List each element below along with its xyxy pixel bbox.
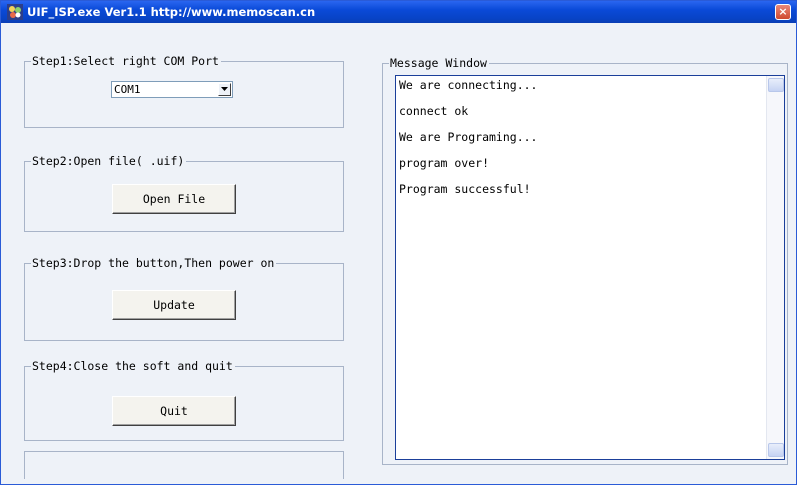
title-bar[interactable]: UIF_ISP.exe Ver1.1 http://www.memoscan.c… — [1, 1, 796, 23]
com-port-value: COM1 — [114, 83, 141, 96]
step1-group: Step1:Select right COM Port COM1 — [24, 54, 344, 128]
step2-group: Step2:Open file( .uif) Open File — [24, 154, 344, 232]
status-panel — [24, 451, 344, 479]
message-log[interactable]: We are connecting... connect ok We are P… — [395, 75, 785, 460]
message-line: We are connecting... — [399, 78, 538, 92]
scroll-down-button[interactable] — [768, 443, 784, 457]
message-line: Program successful! — [399, 182, 531, 196]
step2-label: Step2:Open file( .uif) — [31, 154, 187, 168]
app-icon — [7, 4, 23, 20]
step4-label: Step4:Close the soft and quit — [31, 359, 235, 373]
window-title: UIF_ISP.exe Ver1.1 http://www.memoscan.c… — [27, 5, 316, 19]
message-lines: We are connecting... connect ok We are P… — [399, 78, 764, 208]
vertical-scrollbar[interactable] — [766, 76, 784, 459]
message-window-label: Message Window — [389, 56, 489, 70]
update-button[interactable]: Update — [112, 290, 236, 320]
step4-group: Step4:Close the soft and quit Quit — [24, 359, 344, 441]
quit-button[interactable]: Quit — [112, 396, 236, 426]
open-file-button[interactable]: Open File — [112, 184, 236, 214]
step3-group: Step3:Drop the button,Then power on Upda… — [24, 256, 344, 341]
com-port-select[interactable]: COM1 — [111, 81, 233, 98]
scroll-up-button[interactable] — [768, 78, 784, 92]
close-icon: × — [778, 5, 788, 18]
close-button[interactable]: × — [775, 4, 791, 20]
message-line: program over! — [399, 156, 490, 170]
client-area: Step1:Select right COM Port COM1 Step2:O… — [4, 26, 793, 481]
main-window: UIF_ISP.exe Ver1.1 http://www.memoscan.c… — [0, 0, 797, 485]
dropdown-button[interactable] — [218, 83, 231, 96]
chevron-down-icon — [221, 87, 228, 91]
message-line: We are Programing... — [399, 130, 538, 144]
step1-label: Step1:Select right COM Port — [31, 54, 221, 68]
step3-label: Step3:Drop the button,Then power on — [31, 256, 277, 270]
message-line: connect ok — [399, 104, 469, 118]
